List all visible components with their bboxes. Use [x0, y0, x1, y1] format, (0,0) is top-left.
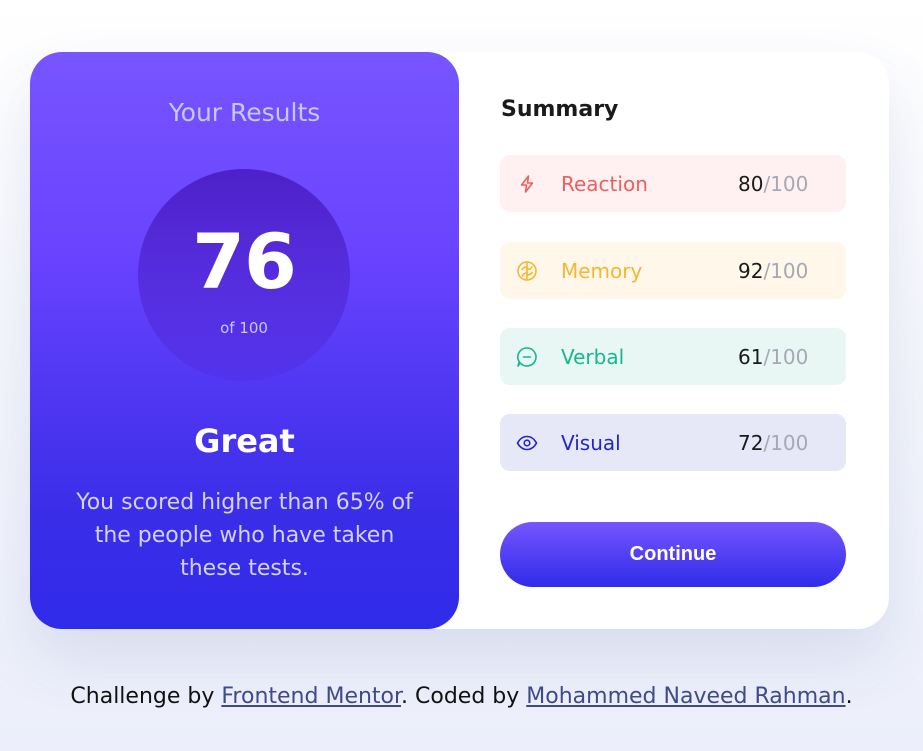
summary-item-score: 61/100 [738, 345, 808, 369]
lightning-icon [515, 172, 539, 196]
score-value: 92 [738, 258, 764, 283]
score-total: /100 [763, 344, 809, 369]
brain-icon [515, 259, 539, 283]
summary-item-label: Visual [561, 430, 621, 455]
frontend-mentor-link[interactable]: Frontend Mentor [221, 684, 401, 709]
summary-item-score: 92/100 [738, 259, 808, 283]
results-panel: Your Results 76 of 100 Great You scored … [30, 52, 459, 629]
summary-item-label: Memory [561, 258, 643, 283]
summary-item-score: 80/100 [738, 172, 808, 196]
score-value: 80 [738, 171, 764, 196]
results-card: Your Results 76 of 100 Great You scored … [30, 52, 889, 629]
score-value: 61 [738, 344, 764, 369]
attribution-prefix: Challenge by [70, 684, 222, 709]
score-total: /100 [763, 430, 809, 455]
summary-item-verbal: Verbal 61/100 [500, 328, 846, 385]
author-link[interactable]: Mohammed Naveed Rahman [526, 684, 845, 709]
score-value: 76 [192, 217, 297, 306]
attribution-suffix: . [845, 684, 853, 709]
attribution-middle: . Coded by [401, 684, 527, 709]
summary-item-label: Verbal [561, 344, 625, 369]
score-circle: 76 of 100 [138, 169, 350, 381]
summary-item-score: 72/100 [738, 431, 808, 455]
score-of: of 100 [220, 319, 268, 337]
continue-button[interactable]: Continue [500, 522, 846, 587]
speech-bubble-icon [515, 345, 539, 369]
eye-icon [515, 431, 539, 455]
score-total: /100 [763, 171, 809, 196]
score-total: /100 [763, 258, 809, 283]
results-description: You scored higher than 65% of the people… [76, 490, 413, 581]
results-title: Your Results [168, 98, 321, 127]
score-value: 72 [738, 430, 764, 455]
summary-item-reaction: Reaction 80/100 [500, 155, 846, 212]
summary-item-label: Reaction [561, 171, 648, 196]
attribution: Challenge by Frontend Mentor. Coded by M… [0, 684, 923, 709]
summary-item-memory: Memory 92/100 [500, 242, 846, 299]
summary-item-visual: Visual 72/100 [500, 414, 846, 471]
summary-title: Summary [501, 97, 619, 122]
rating-text: Great [194, 422, 295, 460]
summary-panel: Summary Reaction 80/100 Memory 92/100 Ve… [459, 52, 889, 629]
